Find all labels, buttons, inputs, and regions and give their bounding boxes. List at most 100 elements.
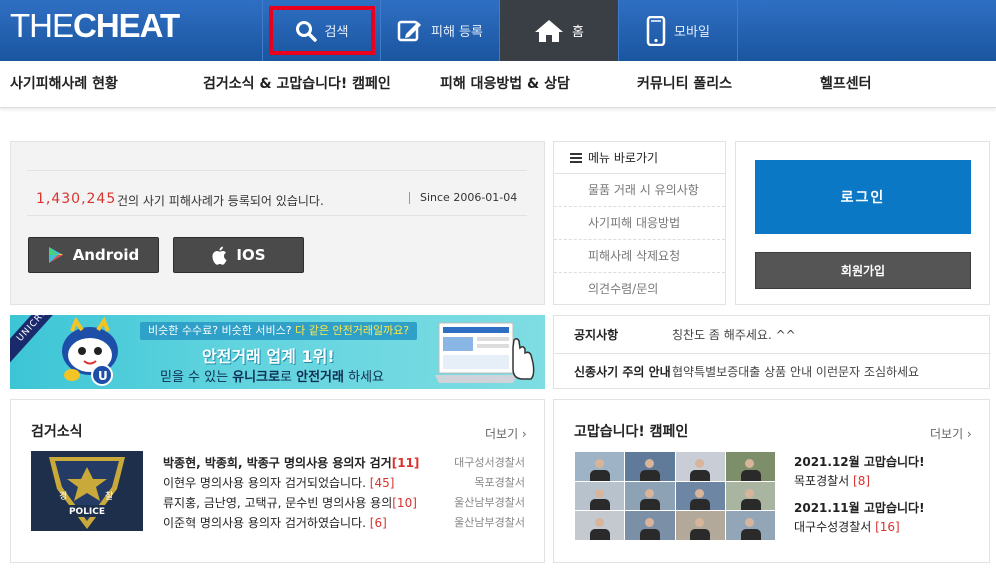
- stats-box: 1,430,245 건의 사기 피해사례가 등록되어 있습니다. Since 2…: [10, 141, 545, 305]
- campaign-photo: [725, 452, 775, 481]
- arrests-more-link[interactable]: 더보기 ›: [485, 425, 527, 442]
- arrests-panel: 검거소식 더보기 › 경 찰 POLICE 박종현, 박종희, 박종구 명의사용…: [10, 399, 545, 563]
- list-item[interactable]: 박종현, 박종희, 박종구 명의사용 용의자 검거[11] 대구성서경찰서: [163, 453, 525, 473]
- subnav-community-police[interactable]: 커뮤니티 폴리스: [637, 61, 732, 108]
- android-label: Android: [72, 246, 140, 264]
- banner-sub-b: 유니크로: [232, 370, 281, 385]
- arrest-comment-count: [10]: [392, 496, 417, 510]
- campaign-photo: [625, 481, 675, 511]
- banner-top-text-b: 다 같은 안전거래일까요?: [295, 324, 410, 337]
- arrest-station: 울산남부경찰서: [454, 516, 525, 529]
- arrest-title: 박종현, 박종희, 박종구 명의사용 용의자 검거[11]: [163, 453, 419, 473]
- ios-label: IOS: [236, 246, 266, 264]
- top-nav: 검색 피해 등록 홈 모바일: [262, 0, 738, 61]
- arrest-title: 이현우 명의사용 용의자 검거되었습니다. [45]: [163, 473, 394, 493]
- subnav-response[interactable]: 피해 대응방법 & 상담: [440, 61, 570, 108]
- list-item[interactable]: 류지홍, 금난영, 고택규, 문수빈 명의사용 용의[10] 울산남부경찰서: [163, 493, 525, 513]
- edit-icon: [397, 20, 421, 41]
- campaign-photo: [625, 452, 675, 481]
- ios-app-button[interactable]: IOS: [173, 237, 304, 273]
- home-icon: [535, 19, 564, 42]
- police-badge-icon: 경 찰 POLICE: [31, 451, 143, 531]
- apple-icon: [212, 246, 228, 265]
- subnav-arrests-campaign[interactable]: 검거소식 & 고맙습니다! 캠페인: [203, 61, 391, 108]
- campaign-list: 2021.12월 고맙습니다! 목포경찰서 [8] 2021.11월 고맙습니다…: [794, 452, 925, 544]
- campaign-photo: [675, 481, 725, 511]
- campaign-comment-count: [8]: [853, 474, 871, 488]
- campaign-item-station: 대구수성경찰서 [16]: [794, 518, 925, 536]
- campaign-title: 고맙습니다! 캠페인: [574, 424, 689, 440]
- campaign-photo: [575, 511, 625, 540]
- notice-label: 공지사항: [574, 327, 619, 342]
- banner-sub-e: 하세요: [343, 370, 384, 385]
- signup-button[interactable]: 회원가입: [755, 252, 971, 289]
- nav-search[interactable]: 검색: [262, 0, 381, 61]
- notice-link[interactable]: 칭찬도 좀 해주세요. ^^: [672, 326, 796, 343]
- arrest-station: 울산남부경찰서: [454, 496, 525, 509]
- banner-headline: 안전거래 업계 1위!: [202, 347, 335, 366]
- banner-sub-d: 안전거래: [296, 370, 344, 385]
- campaign-station-text: 대구수성경찰서: [794, 520, 872, 534]
- quick-menu-title: 메뉴 바로가기: [588, 150, 659, 165]
- android-app-button[interactable]: Android: [28, 237, 159, 273]
- nav-mobile[interactable]: 모바일: [619, 0, 738, 61]
- login-box: 로그인 회원가입: [735, 141, 990, 305]
- campaign-photo: [625, 511, 675, 540]
- login-button[interactable]: 로그인: [755, 160, 971, 234]
- campaign-item-title: 2021.11월 고맙습니다!: [794, 501, 925, 515]
- unicro-banner[interactable]: UNICRO U 비슷한 수수료? 비슷한 서비스? 다 같은 안전거래일까요?…: [10, 315, 545, 389]
- arrest-title-text: 이준혁 명의사용 용의자 검거하였습니다.: [163, 516, 366, 530]
- notice-link[interactable]: 협약특별보증대출 상품 안내 이런문자 조심하세요: [672, 363, 919, 380]
- arrest-station: 목포경찰서: [474, 476, 525, 489]
- list-item[interactable]: 2021.11월 고맙습니다! 대구수성경찰서 [16]: [794, 498, 925, 536]
- arrest-comment-count: [6]: [369, 516, 387, 530]
- nav-home-label: 홈: [572, 25, 584, 40]
- mascot-image: U: [62, 317, 118, 386]
- fraud-count-text: 건의 사기 피해사례가 등록되어 있습니다.: [117, 194, 324, 208]
- list-item[interactable]: 이현우 명의사용 용의자 검거되었습니다. [45] 목포경찰서: [163, 473, 525, 493]
- notice-row: 신종사기 주의 안내 협약특별보증대출 상품 안내 이런문자 조심하세요: [554, 353, 991, 389]
- list-item[interactable]: 이준혁 명의사용 용의자 검거하였습니다. [6] 울산남부경찰서: [163, 513, 525, 533]
- divider: [27, 170, 527, 171]
- arrest-comment-count: [11]: [391, 456, 420, 470]
- quick-menu: 메뉴 바로가기 물품 거래 시 유의사항 사기피해 대응방법 피해사례 삭제요청…: [553, 141, 726, 305]
- emblem-right-text: 찰: [105, 491, 113, 502]
- campaign-photo-collage[interactable]: [575, 452, 775, 540]
- campaign-photo: [675, 511, 725, 540]
- list-item[interactable]: 2021.12월 고맙습니다! 목포경찰서 [8]: [794, 452, 925, 490]
- campaign-item-station: 목포경찰서 [8]: [794, 472, 925, 490]
- nav-report-label: 피해 등록: [431, 25, 483, 40]
- nav-report[interactable]: 피해 등록: [381, 0, 500, 61]
- laptop-image: [435, 322, 535, 383]
- police-image[interactable]: 경 찰 POLICE: [31, 451, 143, 531]
- campaign-photo: [675, 452, 725, 481]
- subnav-fraud-status[interactable]: 사기피해사례 현황: [10, 61, 118, 108]
- notice-label: 신종사기 주의 안내: [574, 365, 671, 379]
- banner-sub-a: 믿을 수 있는: [160, 370, 233, 385]
- arrest-comment-count: [45]: [369, 476, 395, 490]
- nav-home[interactable]: 홈: [500, 0, 619, 61]
- arrests-list: 박종현, 박종희, 박종구 명의사용 용의자 검거[11] 대구성서경찰서 이현…: [163, 453, 525, 533]
- arrest-title-text: 이현우 명의사용 용의자 검거되었습니다.: [163, 476, 366, 490]
- site-logo[interactable]: THECHEAT: [10, 6, 180, 46]
- notice-row: 공지사항 칭찬도 좀 해주세요. ^^: [554, 316, 991, 352]
- campaign-comment-count: [16]: [875, 520, 900, 534]
- campaign-photo: [575, 481, 625, 511]
- campaign-photo: [575, 452, 625, 481]
- arrest-title-text: 박종현, 박종희, 박종구 명의사용 용의자 검거: [163, 456, 392, 470]
- emblem-left-text: 경: [59, 490, 67, 502]
- quick-menu-item[interactable]: 사기피해 대응방법: [554, 207, 725, 240]
- campaign-photo: [725, 511, 775, 540]
- quick-menu-item[interactable]: 의견수렴/문의: [554, 273, 725, 306]
- subnav-help-center[interactable]: 헬프센터: [820, 61, 872, 108]
- quick-menu-item[interactable]: 피해사례 삭제요청: [554, 240, 725, 273]
- arrests-title: 검거소식: [31, 424, 83, 440]
- campaign-more-link[interactable]: 더보기 ›: [930, 425, 972, 442]
- hamburger-icon: [570, 152, 582, 163]
- google-play-icon: [48, 247, 63, 263]
- search-highlight-box: [269, 6, 375, 55]
- top-header: THECHEAT 검색 피해 등록 홈 모바일: [0, 0, 996, 61]
- campaign-station-text: 목포경찰서: [794, 474, 850, 488]
- quick-menu-item[interactable]: 물품 거래 시 유의사항: [554, 174, 725, 207]
- banner-top-text-a: 비슷한 수수료? 비슷한 서비스?: [148, 324, 296, 337]
